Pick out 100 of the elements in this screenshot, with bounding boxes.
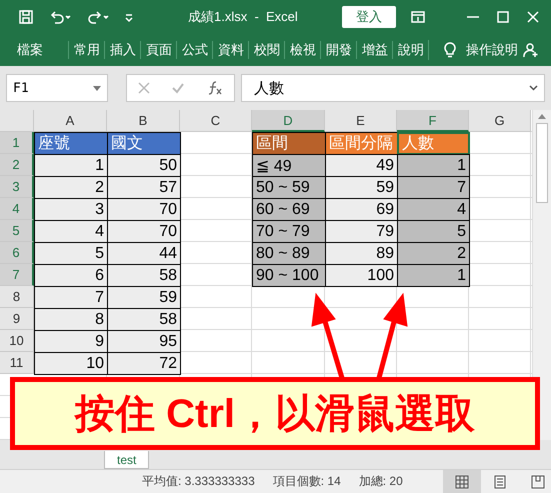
table-cell: ≦ 49 bbox=[252, 154, 326, 177]
table-cell: 4 bbox=[34, 220, 108, 243]
ribbon-tab[interactable]: 資料 bbox=[212, 41, 248, 59]
table-cell: 7 bbox=[397, 176, 470, 199]
table-cell: 49 bbox=[325, 154, 398, 177]
table-cell: 59 bbox=[325, 176, 398, 199]
table-cell: 國文 bbox=[107, 132, 181, 155]
table-cell: 5 bbox=[34, 242, 108, 265]
table-cell: 1 bbox=[34, 154, 108, 177]
table-cell: 座號 bbox=[34, 132, 108, 155]
maximize-icon[interactable] bbox=[495, 9, 511, 25]
ribbon-tab[interactable]: 檢視 bbox=[284, 41, 320, 59]
table-cell: 9 bbox=[34, 330, 108, 353]
row-header[interactable]: 4 bbox=[0, 198, 34, 220]
page-icon bbox=[492, 474, 507, 488]
window-title: 成績1.xlsx - Excel bbox=[188, 8, 298, 26]
table-cell: 57 bbox=[107, 176, 181, 199]
ribbon-display-icon[interactable] bbox=[410, 9, 426, 25]
callout: 按住 Ctrl，以滑鼠選取 bbox=[10, 377, 540, 450]
row-header[interactable]: 9 bbox=[0, 308, 34, 330]
expand-icon bbox=[529, 85, 538, 91]
column-header[interactable]: A bbox=[34, 110, 107, 132]
ribbon-tab[interactable]: 插入 bbox=[104, 41, 140, 59]
save-icon[interactable] bbox=[18, 9, 34, 25]
column-header[interactable]: E bbox=[325, 110, 397, 132]
table-cell: 5 bbox=[397, 220, 470, 243]
table-cell: 2 bbox=[34, 176, 108, 199]
table-cell: 44 bbox=[107, 242, 181, 265]
status-text: 平均值: 3.333333333 bbox=[142, 473, 255, 490]
table-cell: 7 bbox=[34, 286, 108, 309]
table-cell: 70 bbox=[107, 220, 181, 243]
table-cell: 50 bbox=[107, 154, 181, 177]
table-cell: 區間 bbox=[252, 132, 326, 155]
table-cell: 10 bbox=[34, 352, 108, 375]
undo-icon[interactable] bbox=[48, 9, 72, 25]
row-header[interactable]: 10 bbox=[0, 330, 34, 352]
table-cell: 4 bbox=[397, 198, 470, 221]
ribbon-tab[interactable]: 校閱 bbox=[248, 41, 284, 59]
column-header[interactable]: C bbox=[180, 110, 252, 132]
table-cell: 59 bbox=[107, 286, 181, 309]
table-cell: 100 bbox=[325, 264, 398, 287]
status-text: 項目個數: 14 bbox=[272, 473, 341, 490]
name-box[interactable]: F1 bbox=[6, 74, 108, 102]
status-text: 加總: 20 bbox=[358, 473, 403, 490]
table-cell: 72 bbox=[107, 352, 181, 375]
table-cell: 79 bbox=[325, 220, 398, 243]
insert-function-icon[interactable] bbox=[206, 81, 223, 95]
row-header[interactable]: 5 bbox=[0, 220, 34, 242]
table-cell: 58 bbox=[107, 264, 181, 287]
table-cell: 89 bbox=[325, 242, 398, 265]
row-header[interactable]: 2 bbox=[0, 154, 34, 176]
formula-field[interactable]: 人數 bbox=[241, 74, 545, 102]
lightbulb-icon[interactable] bbox=[442, 42, 458, 58]
column-header[interactable]: G bbox=[469, 110, 531, 132]
ribbon-tab[interactable]: 公式 bbox=[176, 41, 212, 59]
table-cell: 6 bbox=[34, 264, 108, 287]
row-header[interactable]: 8 bbox=[0, 286, 34, 308]
row-header[interactable]: 11 bbox=[0, 352, 34, 374]
table-cell: 區間分隔 bbox=[325, 132, 398, 155]
table-cell: 1 bbox=[397, 154, 470, 177]
sheet-tab[interactable]: test bbox=[104, 451, 150, 469]
column-header[interactable]: F bbox=[397, 110, 469, 132]
scroll-up-icon[interactable] bbox=[538, 114, 546, 119]
table-cell: 70 ~ 79 bbox=[252, 220, 326, 243]
sign-in-button[interactable]: 登入 bbox=[342, 6, 396, 28]
table-cell: 1 bbox=[397, 264, 470, 287]
normal-view-button[interactable] bbox=[442, 470, 481, 493]
row-header[interactable]: 7 bbox=[0, 264, 34, 286]
table-cell: 8 bbox=[34, 308, 108, 331]
row-header[interactable]: 1 bbox=[0, 132, 34, 154]
ribbon-tab[interactable]: 常用 bbox=[68, 41, 104, 59]
column-header[interactable]: B bbox=[107, 110, 180, 132]
ribbon-tab[interactable]: 增益 bbox=[356, 41, 392, 59]
table-cell: 58 bbox=[107, 308, 181, 331]
scroll-thumb[interactable] bbox=[536, 123, 548, 203]
vertical-scrollbar[interactable] bbox=[532, 110, 551, 440]
share-icon[interactable] bbox=[523, 42, 539, 58]
page-break-icon bbox=[530, 474, 545, 488]
redo-icon[interactable] bbox=[86, 9, 110, 25]
tell-me-field[interactable]: 操作說明 bbox=[466, 41, 518, 59]
ribbon-tab[interactable]: 說明 bbox=[392, 41, 428, 59]
file-tab[interactable]: 檔案 bbox=[12, 41, 48, 59]
table-cell: 2 bbox=[397, 242, 470, 265]
dropdown-icon bbox=[93, 86, 101, 90]
close-icon[interactable] bbox=[525, 9, 541, 25]
row-header[interactable]: 3 bbox=[0, 176, 34, 198]
table-cell: 70 bbox=[107, 198, 181, 221]
table-cell: 80 ~ 89 bbox=[252, 242, 326, 265]
table-cell: 69 bbox=[325, 198, 398, 221]
grid-icon bbox=[454, 474, 469, 488]
ribbon-tab[interactable]: 頁面 bbox=[140, 41, 176, 59]
row-header[interactable]: 6 bbox=[0, 242, 34, 264]
table-cell: 90 ~ 100 bbox=[252, 264, 326, 287]
table-cell: 50 ~ 59 bbox=[252, 176, 326, 199]
table-cell: 60 ~ 69 bbox=[252, 198, 326, 221]
column-header[interactable]: D bbox=[252, 110, 325, 132]
table-cell: 3 bbox=[34, 198, 108, 221]
table-cell: 人數 bbox=[397, 132, 470, 155]
ribbon-tab[interactable]: 開發 bbox=[320, 41, 356, 59]
table-cell: 95 bbox=[107, 330, 181, 353]
